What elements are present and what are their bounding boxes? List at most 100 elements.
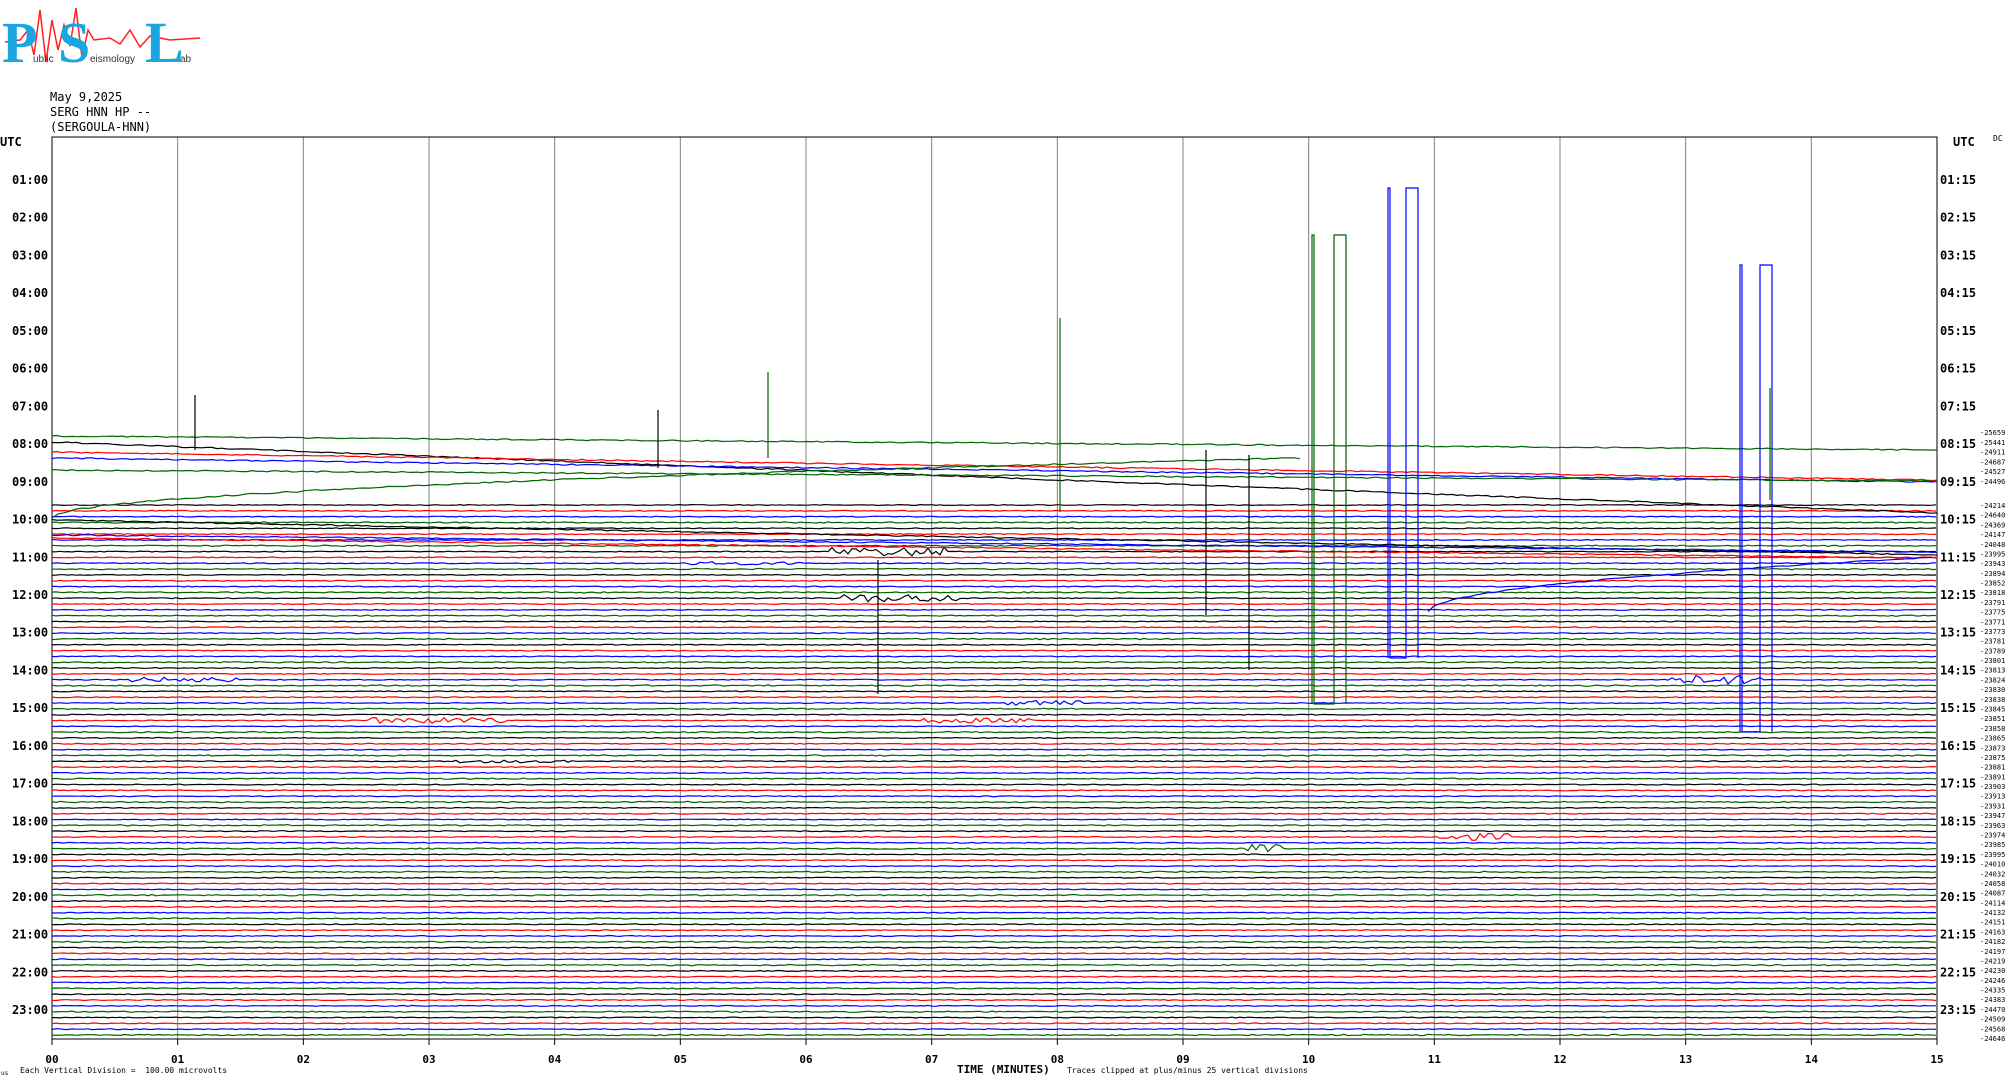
- x-tick-label: 10: [1302, 1053, 1315, 1066]
- drift-trace-green-rising: [51, 457, 1301, 519]
- trace-row-92: [51, 1033, 1937, 1037]
- hour-label-right: 15:15: [1940, 701, 1976, 715]
- trace-row-18: [51, 602, 1937, 606]
- hour-label-left: 04:00: [12, 286, 48, 300]
- hour-label-right: 18:15: [1940, 814, 1976, 828]
- trace-row-78: [51, 952, 1937, 955]
- dc-offset-value: -24182: [1980, 938, 2005, 946]
- trace-row-42: [51, 742, 1937, 745]
- dc-offset-value: -23781: [1980, 638, 2005, 646]
- trace-row-59: [51, 841, 1937, 844]
- trace-row-68: [51, 893, 1937, 897]
- trace-row-60: [52, 843, 1936, 853]
- trace-row-86: [51, 998, 1937, 1002]
- hour-label-left: 18:00: [12, 814, 48, 828]
- seismic-traces: [51, 187, 1938, 1037]
- drift-trace-blue-1: [51, 457, 1938, 483]
- right-hour-labels: 01:15 02:15 03:15 04:15 05:15 06:15 07:15 08:15…: [1940, 173, 1976, 1017]
- trace-row-77: [51, 946, 1937, 949]
- trace-row-29: [51, 666, 1937, 670]
- hour-label-right: 12:15: [1940, 588, 1976, 602]
- dc-offset-value: -23813: [1980, 667, 2005, 675]
- dc-offset-value: -23963: [1980, 822, 2005, 830]
- trace-row-32: [51, 684, 1937, 687]
- trace-row-15: [52, 585, 1937, 588]
- dc-offset-value: -23875: [1980, 754, 2005, 762]
- header-station-name: (SERGOULA-HNN): [50, 120, 151, 134]
- dc-offset-value: -23995: [1980, 550, 2005, 558]
- trace-row-79: [51, 958, 1937, 961]
- hour-label-left: 06:00: [12, 362, 48, 376]
- trace-row-26: [51, 649, 1937, 652]
- trace-row-3: [51, 515, 1937, 518]
- trace-row-84: [51, 987, 1937, 990]
- dc-offset-value: -24087: [1980, 890, 2005, 898]
- plot-frame: [51, 136, 1938, 1040]
- dc-offset-value: -24687: [1980, 458, 2005, 466]
- hour-label-right: 10:15: [1940, 513, 1976, 527]
- hour-label-left: 16:00: [12, 739, 48, 753]
- trace-row-71: [52, 911, 1937, 914]
- hour-label-right: 07:15: [1940, 399, 1976, 413]
- x-tick-label: 06: [799, 1053, 813, 1066]
- dc-offset-value: -25659: [1980, 429, 2005, 437]
- dc-offset-value: -25441: [1980, 439, 2005, 447]
- logo-word-seismology: eismology: [90, 54, 135, 65]
- dc-offset-value: -24369: [1980, 521, 2005, 529]
- hour-label-right: 21:15: [1940, 928, 1976, 942]
- dc-offset-value: -24335: [1980, 987, 2005, 995]
- x-tick-labels: 00 01 02 03 04 05 06 07 08 09 10 11 12 13 14 15: [45, 1039, 1944, 1066]
- dc-offset-value: -24470: [1980, 1006, 2005, 1014]
- hour-label-left: 03:00: [12, 248, 48, 262]
- trace-row-56: [51, 823, 1937, 827]
- trace-row-35: [51, 699, 1937, 707]
- trace-row-38: [51, 716, 1937, 725]
- trace-row-88: [51, 1010, 1937, 1014]
- dc-offset-value: -23974: [1980, 831, 2005, 839]
- hour-label-right: 20:15: [1940, 890, 1976, 904]
- x-tick-label: 09: [1176, 1053, 1189, 1066]
- trace-row-52: [51, 800, 1937, 804]
- dc-offset-value: -23913: [1980, 793, 2005, 801]
- header-station: SERG HNN HP --: [50, 105, 151, 119]
- trace-row-75: [51, 934, 1937, 938]
- trace-row-80: [51, 963, 1937, 967]
- logo-letter-p: P: [2, 10, 37, 75]
- dc-offset-value: -23818: [1980, 589, 2005, 597]
- dc-offset-value: -24197: [1980, 948, 2005, 956]
- hour-label-left: 12:00: [12, 588, 48, 602]
- hour-label-left: 19:00: [12, 852, 48, 866]
- trace-row-58: [51, 832, 1937, 842]
- dc-offset-value: -23771: [1980, 618, 2005, 626]
- hour-label-left: 09:00: [12, 475, 48, 489]
- dc-offset-value: -24214: [1980, 502, 2005, 510]
- dc-offset-value: -23852: [1980, 580, 2005, 588]
- trace-row-64: [51, 870, 1937, 874]
- hour-label-right: 06:15: [1940, 362, 1976, 376]
- dc-offset-value: -23773: [1980, 628, 2005, 636]
- dc-offset-value: -23824: [1980, 676, 2005, 684]
- trace-row-61: [51, 853, 1937, 856]
- trace-row-62: [51, 859, 1937, 862]
- dc-offset-value: -24509: [1980, 1016, 2005, 1024]
- trace-row-16: [51, 590, 1937, 594]
- x-tick-label: 05: [674, 1053, 687, 1066]
- psl-logo: P S L ublic eismology ab: [2, 7, 201, 75]
- trace-row-67: [51, 888, 1937, 891]
- trace-row-50: [51, 789, 1937, 792]
- x-tick-label: 02: [297, 1053, 310, 1066]
- hour-label-right: 04:15: [1940, 286, 1976, 300]
- dc-offset-value: -23881: [1980, 764, 2005, 772]
- clipped-spike-blue-1: [1387, 187, 1419, 659]
- dc-offset-value: -24383: [1980, 996, 2005, 1004]
- x-tick-label: 12: [1553, 1053, 1566, 1066]
- hour-label-left: 02:00: [12, 211, 48, 225]
- trace-row-37: [51, 713, 1936, 716]
- trace-row-24: [51, 637, 1937, 641]
- hour-label-left: 21:00: [12, 928, 48, 942]
- trace-row-17: [51, 594, 1937, 603]
- drift-trace-green-2: [51, 468, 1938, 483]
- trace-row-70: [51, 905, 1937, 908]
- trace-row-14: [51, 579, 1937, 582]
- dc-offset-value: -24640: [1980, 512, 2005, 520]
